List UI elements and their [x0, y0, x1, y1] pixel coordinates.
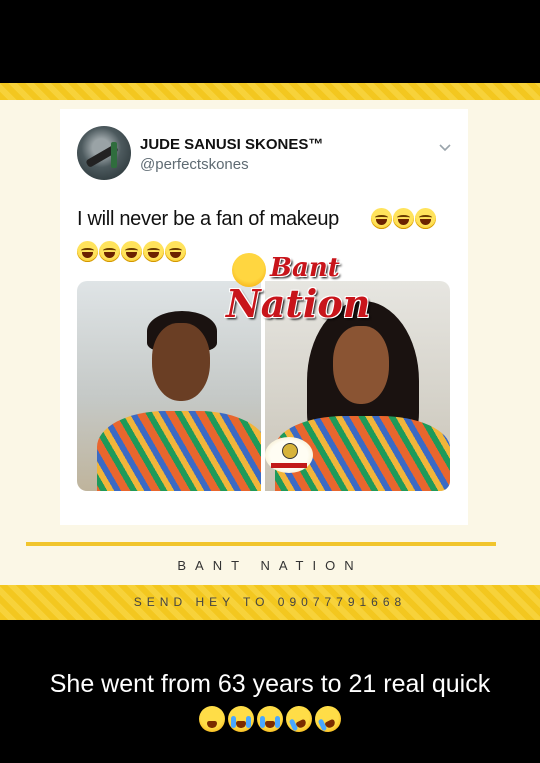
logo-line-2: Nation — [226, 281, 371, 326]
laughing-tears-emoji — [393, 208, 414, 229]
tweet-text: I will never be a fan of makeup — [77, 208, 339, 230]
bant-nation-logo: Bant Nation — [222, 253, 370, 343]
post-caption: She went from 63 years to 21 real quick — [49, 670, 491, 698]
emoji-row-2 — [77, 241, 186, 262]
laughing-tears-emoji — [77, 241, 98, 262]
laughing-tears-emoji — [121, 241, 142, 262]
logo-line-1: Bant — [270, 253, 340, 283]
laughing-tears-emoji — [143, 241, 164, 262]
rolling-laughing-emoji — [281, 701, 317, 737]
top-letterbox — [0, 0, 540, 83]
crying-face-emoji — [228, 706, 254, 732]
tired-face-emoji — [199, 706, 225, 732]
laughing-tears-emoji — [165, 241, 186, 262]
send-hey-text: SEND HEY TO 09077791668 — [133, 595, 407, 609]
author-handle: @perfectskones — [140, 156, 249, 173]
caption-emojis — [0, 701, 540, 737]
laughing-tears-emoji — [371, 208, 392, 229]
laughing-tears-emoji — [99, 241, 120, 262]
meme-image: JUDE SANUSI SKONES™ @perfectskones I wil… — [0, 83, 540, 620]
emoji-row-1 — [371, 208, 436, 229]
gold-divider — [26, 542, 496, 546]
rolling-laughing-emoji — [310, 701, 346, 737]
author-name: JUDE SANUSI SKONES™ — [140, 136, 324, 153]
crying-face-emoji — [257, 706, 283, 732]
author-avatar — [77, 126, 131, 180]
eye-logo-icon — [265, 437, 313, 473]
chevron-down-icon — [439, 144, 451, 152]
brand-label: BANT NATION — [177, 558, 363, 573]
laughing-tears-emoji — [415, 208, 436, 229]
top-yellow-band — [0, 83, 540, 100]
